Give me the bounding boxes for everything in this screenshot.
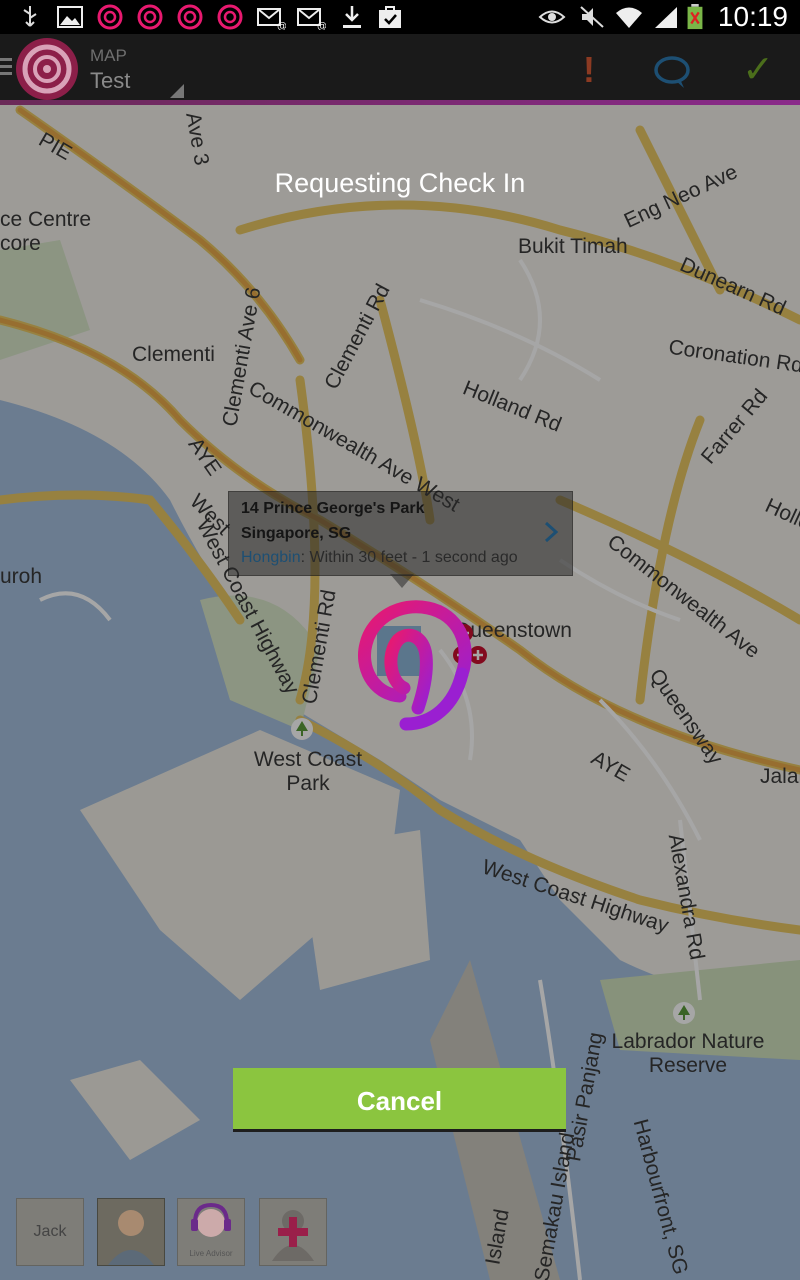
download-icon	[343, 6, 361, 28]
app-logo-icon[interactable]	[16, 38, 78, 100]
svg-text:@: @	[277, 21, 286, 30]
avatar-photo-icon	[98, 1199, 164, 1265]
requesting-check-in-title: Requesting Check In	[274, 168, 526, 198]
task-icon	[379, 6, 401, 28]
menu-icon[interactable]	[0, 58, 12, 76]
info-detail: Hongbin: Within 30 feet - 1 second ago	[241, 549, 518, 567]
app-notification-icon	[217, 4, 243, 30]
chevron-right-icon[interactable]	[543, 520, 559, 544]
info-user-name: Hongbin	[241, 549, 301, 566]
image-icon	[57, 6, 83, 28]
email-icon: @	[297, 8, 326, 30]
chat-icon[interactable]	[652, 52, 692, 92]
status-clock: 10:19	[717, 1, 788, 32]
app-notification-icon	[97, 4, 123, 30]
info-address-line2: Singapore, SG	[241, 525, 352, 542]
member-avatar-jack[interactable]: Jack	[16, 1198, 84, 1266]
signal-icon	[655, 7, 677, 28]
member-name: Jack	[33, 1223, 67, 1240]
email-icon: @	[257, 8, 286, 30]
battery-icon	[687, 4, 703, 30]
app-notification-icon	[177, 4, 203, 30]
app-logo-loading-icon	[358, 600, 472, 731]
mute-icon	[580, 6, 604, 28]
action-bar-subtitle: MAP	[90, 46, 127, 65]
info-address-line1: 14 Prince George's Park	[241, 500, 425, 517]
dropdown-caret-icon	[170, 84, 184, 98]
alert-icon[interactable]: !	[572, 50, 606, 90]
info-detail-text: : Within 30 feet - 1 second ago	[300, 549, 518, 566]
member-avatar-photo[interactable]	[97, 1198, 165, 1266]
member-avatar-live-advisor[interactable]: Live Advisor	[177, 1198, 245, 1266]
usb-icon	[23, 6, 37, 27]
checkmark-icon[interactable]: ✓	[738, 50, 778, 90]
member-name: Live Advisor	[189, 1249, 233, 1258]
info-window-pointer	[390, 574, 414, 588]
map-selector[interactable]: Test	[90, 68, 130, 94]
headset-advisor-icon	[191, 1202, 231, 1237]
cancel-button[interactable]: Cancel	[233, 1068, 566, 1132]
status-bar: @ @ 10:19	[0, 0, 800, 34]
svg-text:@: @	[317, 21, 326, 30]
add-person-icon	[272, 1210, 314, 1261]
app-notification-icon	[137, 4, 163, 30]
add-member-button[interactable]	[259, 1198, 327, 1266]
wifi-icon	[616, 7, 642, 28]
eye-icon	[538, 10, 566, 24]
location-info-window[interactable]: 14 Prince George's Park Singapore, SG Ho…	[228, 491, 573, 576]
